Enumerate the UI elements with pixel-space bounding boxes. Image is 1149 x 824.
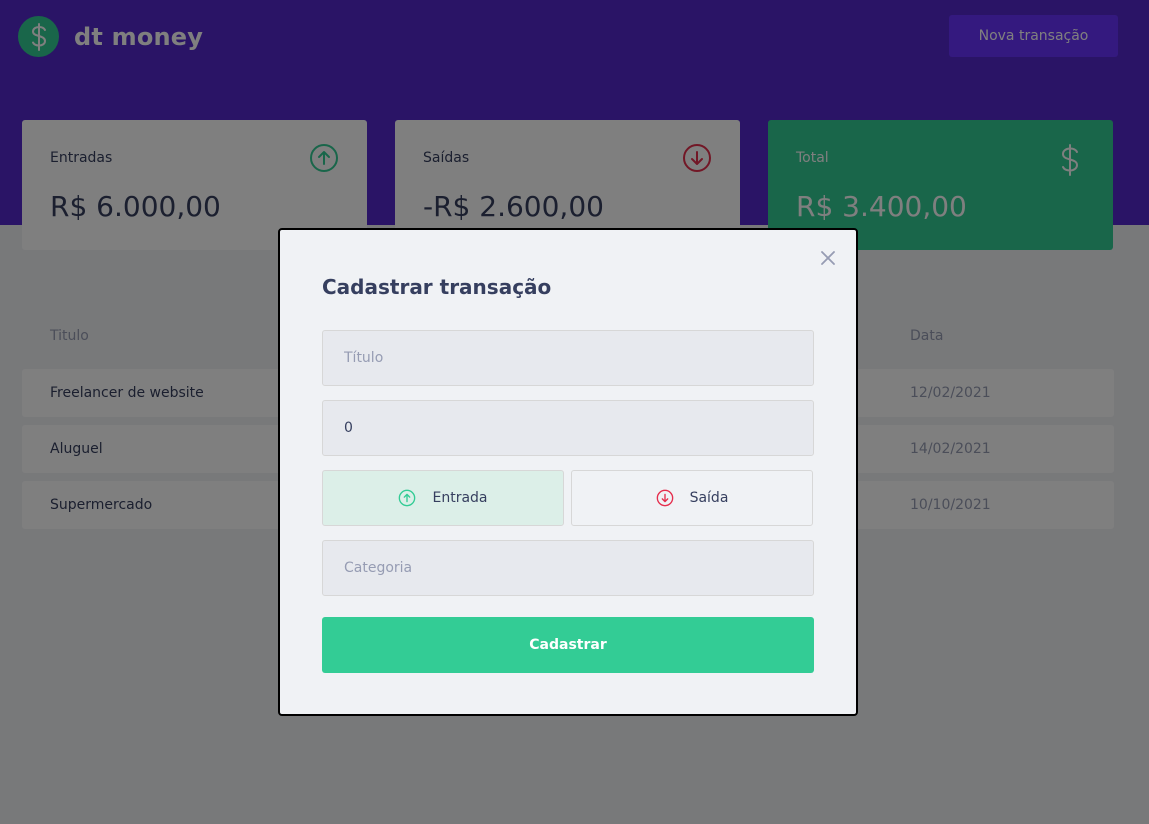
category-input[interactable] — [322, 540, 814, 596]
outcome-type-button[interactable]: Saída — [571, 470, 813, 526]
title-input[interactable] — [322, 330, 814, 386]
outcome-type-label: Saída — [689, 490, 729, 506]
close-icon[interactable] — [818, 248, 838, 268]
submit-button[interactable]: Cadastrar — [322, 617, 814, 673]
new-transaction-modal: Cadastrar transação Entrada Saída Cadast… — [278, 228, 858, 716]
arrow-down-circle-icon — [656, 489, 673, 507]
arrow-up-circle-icon — [399, 489, 416, 507]
income-type-label: Entrada — [432, 490, 488, 506]
income-type-button[interactable]: Entrada — [322, 470, 564, 526]
modal-title: Cadastrar transação — [322, 275, 552, 299]
amount-input[interactable] — [322, 400, 814, 456]
